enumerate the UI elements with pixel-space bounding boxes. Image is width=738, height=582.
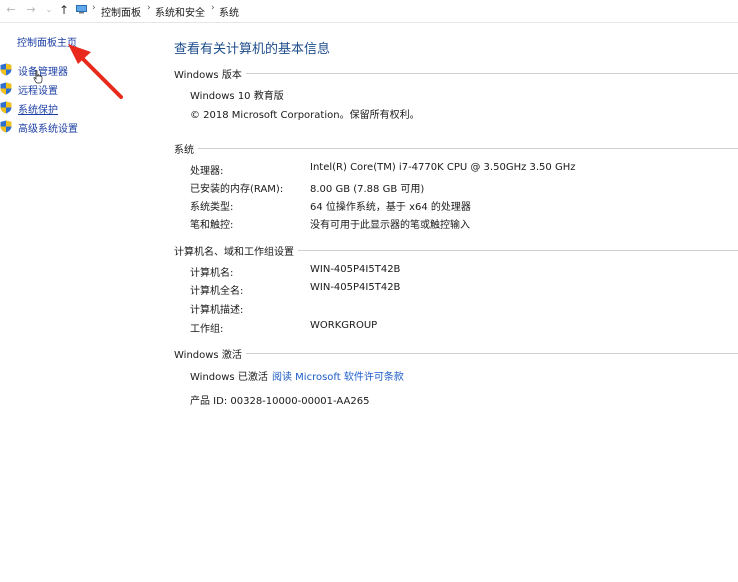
computer-icon: [76, 5, 87, 14]
recent-locations-chevron-icon[interactable]: ⌄: [42, 3, 56, 17]
breadcrumb-separator: ›: [211, 3, 215, 13]
breadcrumb-control-panel[interactable]: 控制面板: [101, 4, 141, 19]
section-system: 系统: [174, 141, 738, 156]
product-id: 产品 ID: 00328-10000-00001-AA265: [190, 396, 370, 407]
shield-icon: [0, 63, 12, 76]
section-computer-name: 计算机名、域和工作组设置: [174, 243, 738, 258]
sidebar-item-label: 高级系统设置: [18, 124, 78, 135]
pen-touch-label: 笔和触控:: [190, 220, 234, 231]
ram-label: 已安装的内存(RAM):: [190, 184, 284, 195]
section-divider: [174, 353, 738, 354]
ram-value: 8.00 GB (7.88 GB 可用): [310, 184, 425, 195]
section-heading: 计算机名、域和工作组设置: [174, 243, 298, 258]
processor-value: Intel(R) Core(TM) i7-4770K CPU @ 3.50GHz…: [310, 162, 576, 173]
breadcrumb-separator: ›: [92, 3, 96, 13]
workgroup-label: 工作组:: [190, 324, 224, 335]
full-computer-name-value: WIN-405P4I5T42B: [310, 282, 401, 293]
computer-name-label: 计算机名:: [190, 268, 234, 279]
breadcrumb-separator: ›: [147, 3, 151, 13]
section-divider: [174, 148, 738, 149]
sidebar-item-label: 系统保护: [18, 105, 58, 116]
pen-touch-value: 没有可用于此显示器的笔或触控输入: [310, 220, 470, 231]
section-divider: [174, 73, 738, 74]
workgroup-value: WORKGROUP: [310, 320, 378, 331]
shield-icon: [0, 82, 12, 95]
full-computer-name-label: 计算机全名:: [190, 286, 244, 297]
system-type-value: 64 位操作系统，基于 x64 的处理器: [310, 202, 471, 213]
hand-cursor-icon: [33, 70, 43, 84]
license-terms-link[interactable]: 阅读 Microsoft 软件许可条款: [272, 368, 404, 383]
sidebar-item-label: 设备管理器: [18, 67, 68, 78]
windows-edition-name: Windows 10 教育版: [190, 91, 284, 102]
activation-status: Windows 已激活: [190, 372, 268, 383]
address-bar: ← → ⌄ ↑ › 控制面板 › 系统和安全 › 系统: [0, 0, 738, 23]
page-title: 查看有关计算机的基本信息: [174, 42, 331, 57]
computer-description-label: 计算机描述:: [190, 305, 244, 316]
breadcrumb-system[interactable]: 系统: [219, 4, 239, 19]
section-heading: Windows 激活: [174, 346, 246, 361]
section-windows-edition: Windows 版本: [174, 66, 738, 81]
sidebar-item-label: 远程设置: [18, 86, 58, 97]
system-type-label: 系统类型:: [190, 202, 234, 213]
computer-name-value: WIN-405P4I5T42B: [310, 264, 401, 275]
back-arrow-icon[interactable]: ←: [4, 3, 18, 17]
section-heading: 系统: [174, 141, 198, 156]
forward-arrow-icon[interactable]: →: [24, 3, 38, 17]
up-arrow-icon[interactable]: ↑: [57, 3, 71, 17]
section-heading: Windows 版本: [174, 66, 246, 81]
processor-label: 处理器:: [190, 166, 224, 177]
control-panel-home-link[interactable]: 控制面板主页: [17, 34, 77, 49]
section-windows-activation: Windows 激活: [174, 346, 738, 361]
copyright-text: © 2018 Microsoft Corporation。保留所有权利。: [190, 110, 420, 121]
shield-icon: [0, 120, 12, 133]
shield-icon: [0, 101, 12, 114]
breadcrumb-system-security[interactable]: 系统和安全: [155, 4, 205, 19]
